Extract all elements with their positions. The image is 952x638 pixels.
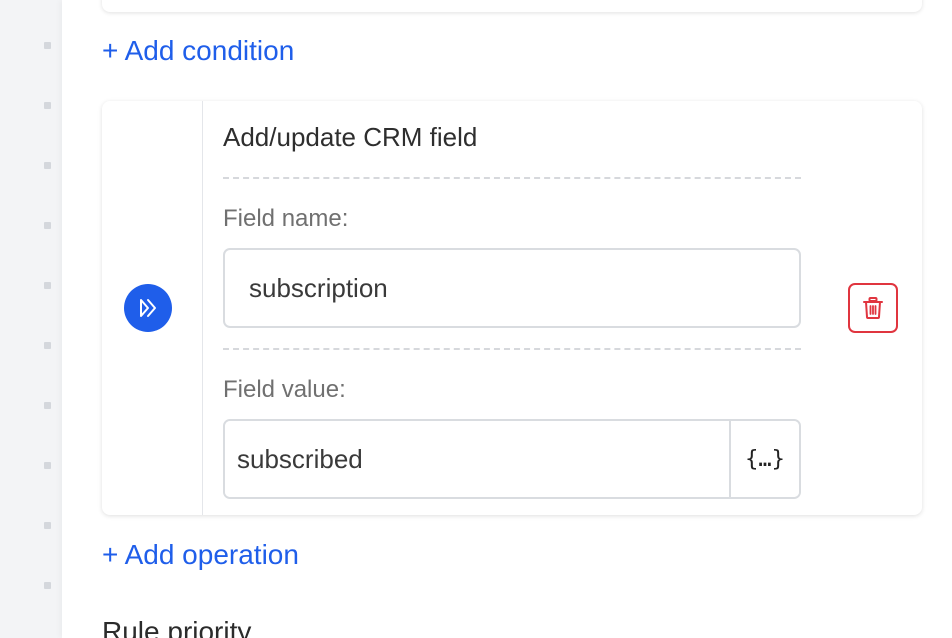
divider: [223, 177, 801, 179]
rail-marker: [44, 162, 51, 169]
add-operation-link[interactable]: + Add operation: [102, 539, 299, 571]
operation-card: Add/update CRM field Field name: Field v…: [102, 101, 922, 515]
rail-marker: [44, 522, 51, 529]
rail-marker: [44, 462, 51, 469]
trash-icon: [863, 297, 883, 319]
rail-marker: [44, 102, 51, 109]
operation-title: Add/update CRM field: [223, 122, 478, 152]
delete-operation-button[interactable]: [848, 283, 898, 333]
add-condition-link[interactable]: + Add condition: [102, 35, 294, 67]
field-value-group: {…}: [223, 419, 801, 499]
field-name-input[interactable]: [223, 248, 801, 328]
operation-icon-column: [102, 101, 203, 515]
rule-priority-heading: Rule priority: [102, 616, 252, 638]
divider: [223, 348, 801, 350]
left-rail: [0, 0, 62, 638]
field-value-label: Field value:: [223, 376, 346, 403]
rail-marker: [44, 222, 51, 229]
field-name-label: Field name:: [223, 205, 349, 232]
field-value-input[interactable]: [225, 421, 731, 497]
rule-editor-panel: + Add condition Add/update CRM field Fie…: [62, 0, 952, 638]
rail-marker: [44, 402, 51, 409]
double-chevron-right-icon: [124, 284, 172, 332]
rail-marker: [44, 342, 51, 349]
rail-marker: [44, 42, 51, 49]
rail-marker: [44, 582, 51, 589]
condition-card: [102, 0, 922, 12]
insert-variable-button[interactable]: {…}: [731, 421, 799, 497]
rail-marker: [44, 282, 51, 289]
